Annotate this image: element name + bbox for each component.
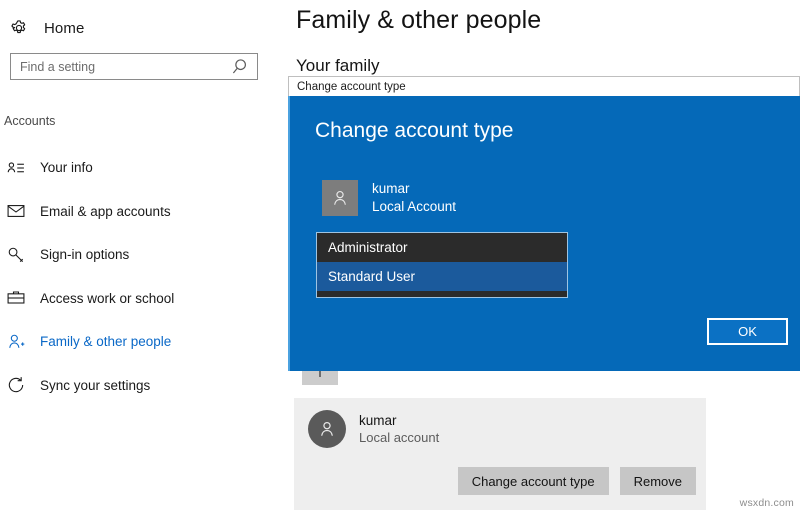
page-title: Family & other people (296, 6, 541, 35)
account-card: kumar Local account Change account type … (294, 398, 706, 510)
sidebar-item-label: Access work or school (40, 291, 174, 306)
sidebar-item-sign-in-options[interactable]: Sign-in options (0, 233, 288, 277)
sync-icon (6, 375, 26, 395)
avatar (322, 180, 358, 216)
dialog-user-identity: kumar Local Account (322, 180, 456, 216)
ok-button[interactable]: OK (707, 318, 788, 345)
change-account-type-button[interactable]: Change account type (458, 467, 609, 495)
home-button[interactable]: Home (10, 16, 84, 40)
section-heading: Your family (296, 56, 379, 76)
dialog-titlebar[interactable]: Change account type (288, 76, 800, 96)
watermark: wsxdn.com (740, 497, 794, 509)
sidebar-item-email-app-accounts[interactable]: Email & app accounts (0, 190, 288, 234)
change-account-type-dialog: Change account type Change account type … (288, 76, 800, 371)
remove-account-button[interactable]: Remove (620, 467, 696, 495)
dialog-titlebar-text: Change account type (289, 81, 406, 93)
account-identity: kumar Local account (308, 410, 439, 448)
sidebar-item-label: Your info (40, 160, 93, 175)
sidebar-item-label: Email & app accounts (40, 204, 171, 219)
sidebar-item-family-other-people[interactable]: Family & other people (0, 320, 288, 364)
sidebar-item-your-info[interactable]: Your info (0, 146, 288, 190)
dialog-user-type: Local Account (372, 198, 456, 216)
dialog-body: Change account type kumar Local Account … (288, 96, 800, 371)
mail-icon (6, 201, 26, 221)
dialog-heading: Change account type (315, 119, 513, 143)
sidebar: Home Find a setting Accounts Your info (0, 0, 288, 512)
sidebar-item-access-work-or-school[interactable]: Access work or school (0, 277, 288, 321)
gear-icon (10, 19, 28, 37)
sidebar-item-label: Family & other people (40, 334, 171, 349)
settings-window: Home Find a setting Accounts Your info (0, 0, 800, 512)
sidebar-group-title: Accounts (4, 114, 55, 128)
account-card-icon (6, 158, 26, 178)
account-name: kumar (359, 412, 439, 430)
home-label: Home (44, 20, 84, 37)
person-icon (330, 188, 350, 208)
person-icon (317, 419, 337, 439)
sidebar-item-label: Sign-in options (40, 247, 129, 262)
search-icon[interactable] (231, 56, 253, 78)
sidebar-nav: Your info Email & app accounts Sign-in o… (0, 146, 288, 407)
dropdown-option-standard-user[interactable]: Standard User (317, 262, 567, 291)
avatar (308, 410, 346, 448)
search-placeholder: Find a setting (11, 60, 231, 74)
dialog-user-name: kumar (372, 180, 456, 198)
key-icon (6, 245, 26, 265)
person-add-icon (6, 332, 26, 352)
search-input[interactable]: Find a setting (10, 53, 258, 80)
briefcase-icon (6, 288, 26, 308)
sidebar-item-sync-your-settings[interactable]: Sync your settings (0, 364, 288, 408)
account-type: Local account (359, 429, 439, 446)
account-actions: Change account type Remove (458, 467, 696, 495)
dropdown-option-administrator[interactable]: Administrator (317, 233, 567, 262)
sidebar-item-label: Sync your settings (40, 378, 150, 393)
account-type-dropdown[interactable]: Administrator Standard User (316, 232, 568, 298)
